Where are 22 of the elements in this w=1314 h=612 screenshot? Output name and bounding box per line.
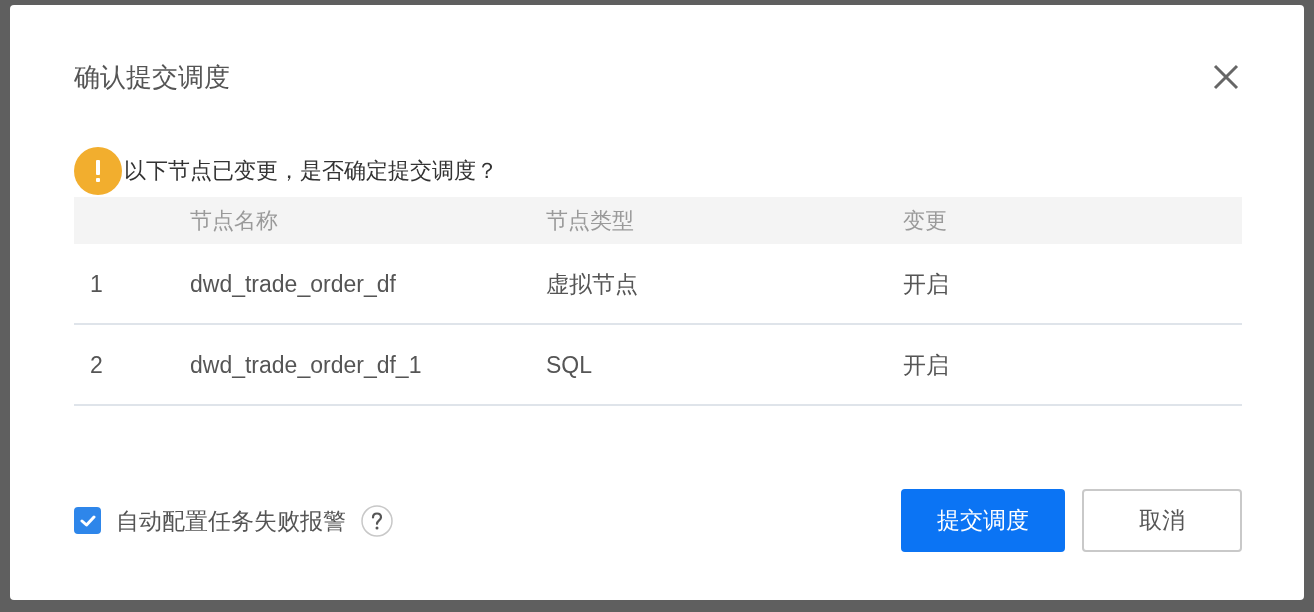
table-cell-text: 开启 [903, 350, 949, 380]
table-cell-text: 开启 [903, 269, 949, 299]
table-cell-text: dwd_trade_order_df_1 [190, 350, 422, 380]
checkbox-label: 自动配置任务失败报警 [116, 506, 346, 536]
warning-icon [74, 147, 122, 195]
close-button[interactable] [1213, 64, 1239, 90]
table-cell-text: dwd_trade_order_df [190, 269, 396, 299]
dialog-title: 确认提交调度 [74, 61, 230, 94]
cancel-button[interactable]: 取消 [1082, 489, 1242, 552]
row-number: 1 [90, 269, 103, 299]
checkbox[interactable] [74, 507, 101, 534]
table-cell-text: 虚拟节点 [546, 269, 638, 299]
column-header: 节点名称 [190, 206, 278, 235]
column-header: 变更 [903, 206, 947, 235]
table-cell-text: SQL [546, 350, 593, 380]
close-icon [1213, 64, 1239, 90]
help-icon[interactable] [361, 504, 393, 537]
column-header: 节点类型 [546, 206, 634, 235]
submit-button[interactable]: 提交调度 [901, 489, 1065, 552]
check-icon [79, 514, 96, 527]
confirm-message: 以下节点已变更，是否确定提交调度？ [124, 157, 498, 185]
row-number: 2 [90, 350, 103, 380]
